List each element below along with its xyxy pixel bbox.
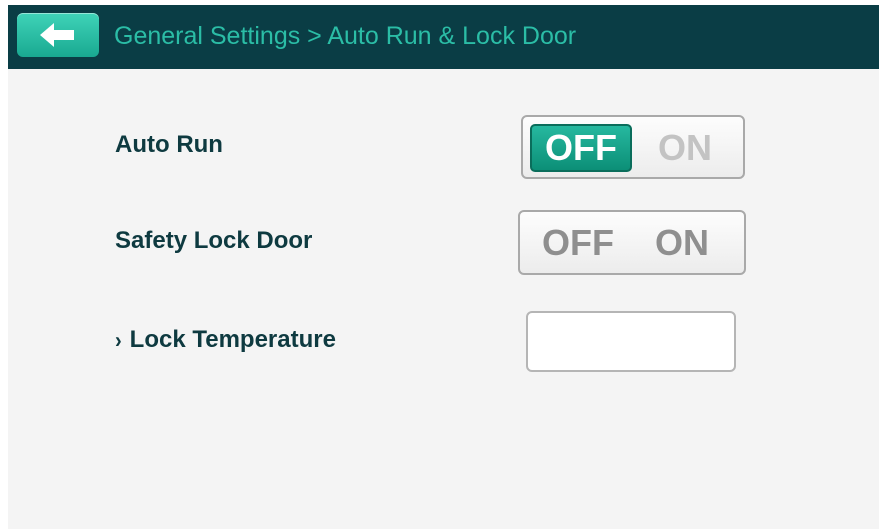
safety-lock-door-label: Safety Lock Door	[115, 227, 313, 254]
safety-lock-door-on-option[interactable]: ON	[632, 219, 732, 267]
lock-temperature-label-text: Lock Temperature	[129, 326, 336, 353]
auto-run-label: Auto Run	[115, 131, 223, 158]
safety-lock-door-toggle[interactable]: OFF ON	[518, 210, 746, 275]
breadcrumb: General Settings > Auto Run & Lock Door	[114, 22, 577, 50]
safety-lock-door-off-option[interactable]: OFF	[527, 219, 629, 267]
back-button[interactable]	[17, 13, 99, 57]
auto-run-off-option[interactable]: OFF	[530, 124, 632, 172]
auto-run-toggle[interactable]: OFF ON	[521, 115, 745, 179]
chevron-right-icon: ›	[115, 328, 122, 354]
lock-temperature-label: › Lock Temperature	[115, 326, 336, 354]
header-bar: General Settings > Auto Run & Lock Door	[8, 5, 879, 69]
screen: General Settings > Auto Run & Lock Door …	[8, 5, 879, 529]
arrow-left-icon	[40, 23, 74, 47]
lock-temperature-input[interactable]	[526, 311, 736, 372]
auto-run-on-option[interactable]: ON	[635, 124, 735, 172]
